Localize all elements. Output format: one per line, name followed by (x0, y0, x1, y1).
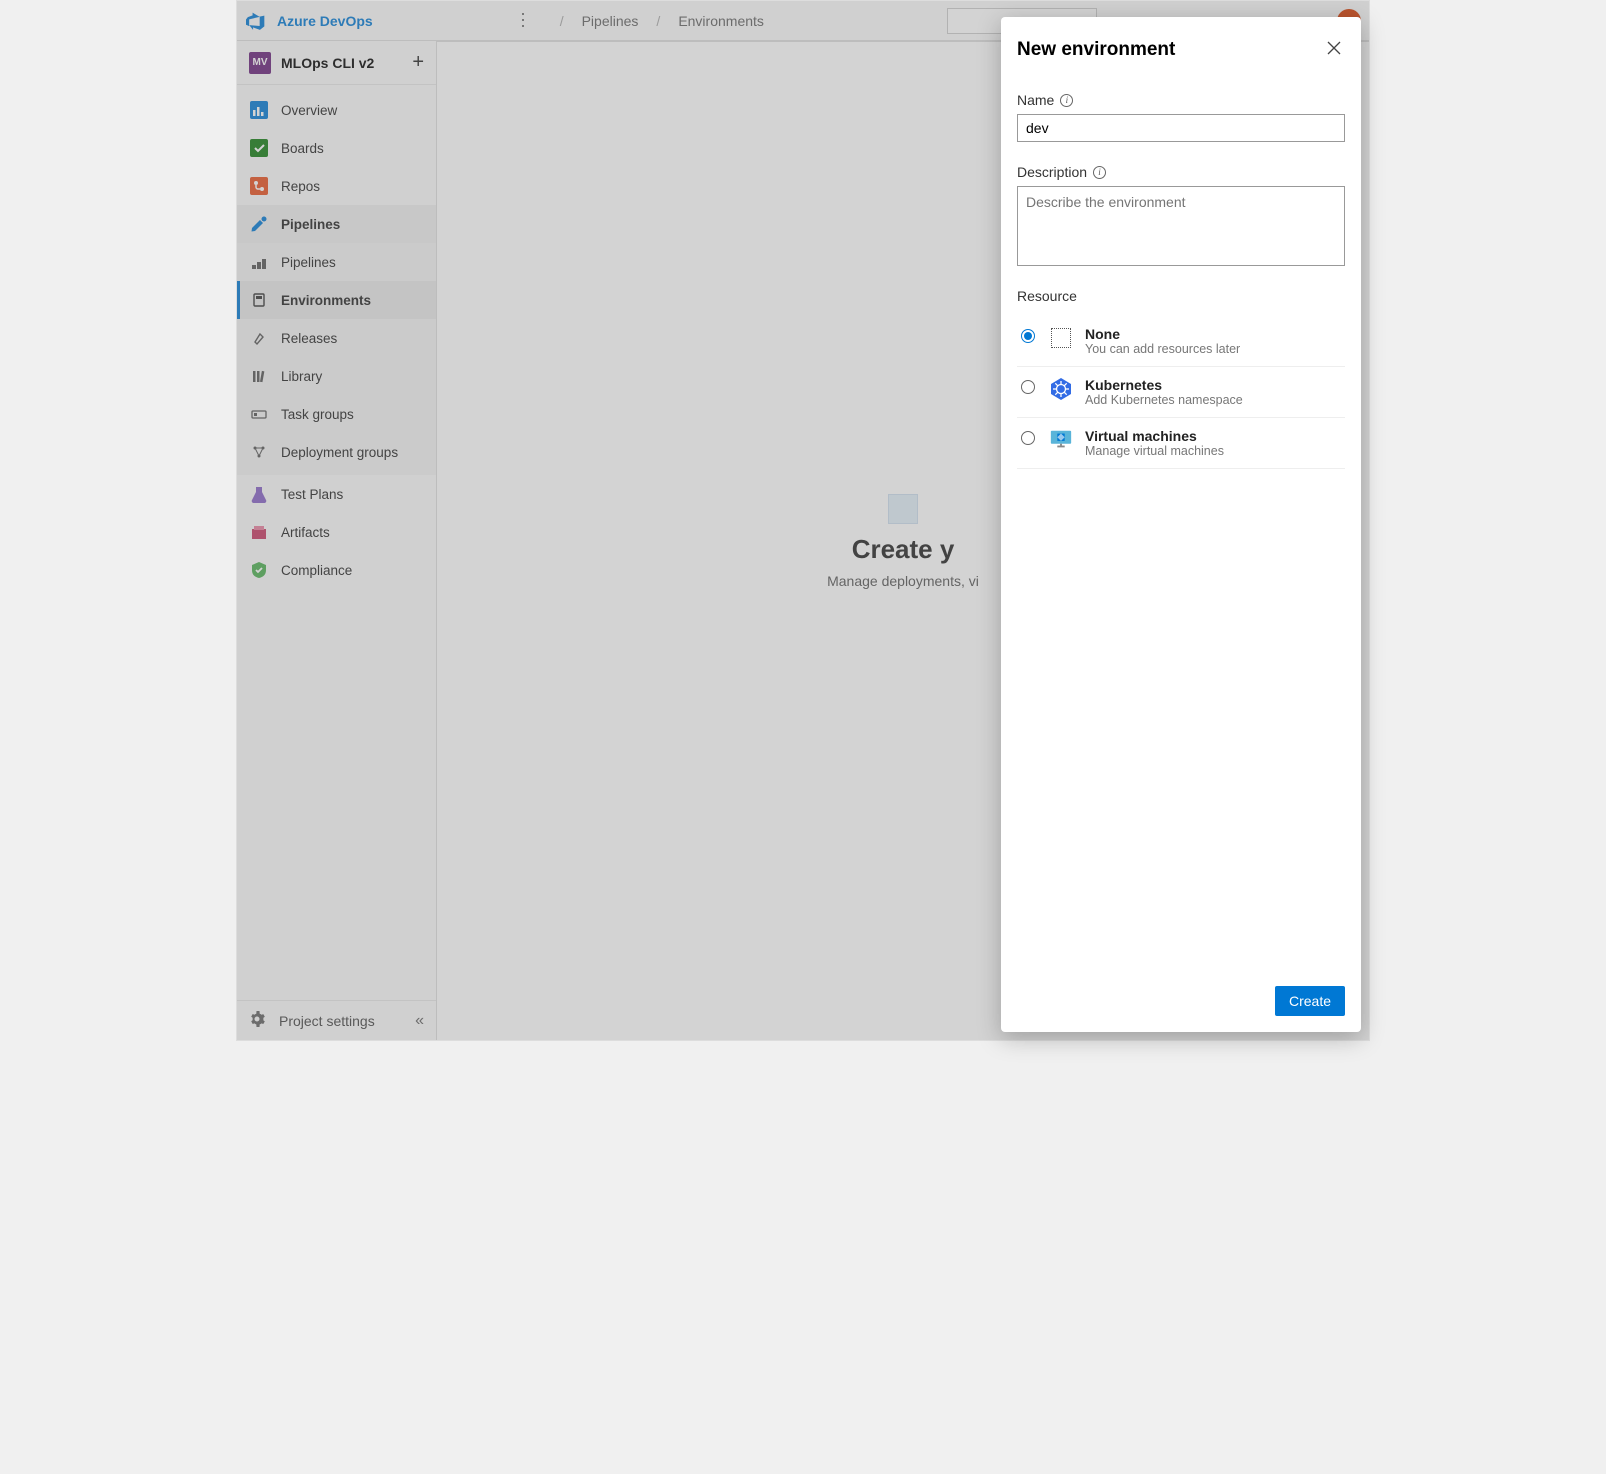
description-label-text: Description (1017, 164, 1087, 180)
resource-option-kubernetes[interactable]: Kubernetes Add Kubernetes namespace (1017, 367, 1345, 418)
kubernetes-icon (1049, 377, 1073, 401)
resource-option-none[interactable]: None You can add resources later (1017, 316, 1345, 367)
resource-subtitle: Manage virtual machines (1085, 444, 1224, 458)
resource-option-vm[interactable]: Virtual machines Manage virtual machines (1017, 418, 1345, 469)
create-button[interactable]: Create (1275, 986, 1345, 1016)
environment-description-input[interactable] (1017, 186, 1345, 266)
panel-header: New environment (1017, 35, 1345, 64)
vm-icon (1049, 428, 1073, 452)
panel-title: New environment (1017, 39, 1175, 61)
panel-footer: Create (1017, 974, 1345, 1016)
app-root: Azure DevOps ⋯ / Pipelines / Environment… (236, 0, 1370, 1041)
description-field-label: Description i (1017, 164, 1345, 180)
name-field-label: Name i (1017, 92, 1345, 108)
radio-vm[interactable] (1021, 431, 1035, 445)
resource-section-label: Resource (1017, 288, 1345, 304)
resource-subtitle: You can add resources later (1085, 342, 1240, 356)
close-icon[interactable] (1323, 35, 1345, 64)
resource-title: Kubernetes (1085, 377, 1243, 393)
resource-title: None (1085, 326, 1240, 342)
info-icon[interactable]: i (1060, 94, 1073, 107)
name-label-text: Name (1017, 92, 1054, 108)
none-resource-icon (1049, 326, 1073, 350)
resource-title: Virtual machines (1085, 428, 1224, 444)
resource-subtitle: Add Kubernetes namespace (1085, 393, 1243, 407)
radio-kubernetes[interactable] (1021, 380, 1035, 394)
environment-name-input[interactable] (1017, 114, 1345, 142)
info-icon[interactable]: i (1093, 166, 1106, 179)
new-environment-panel: New environment Name i Description i Res… (1001, 17, 1361, 1032)
radio-none[interactable] (1021, 329, 1035, 343)
